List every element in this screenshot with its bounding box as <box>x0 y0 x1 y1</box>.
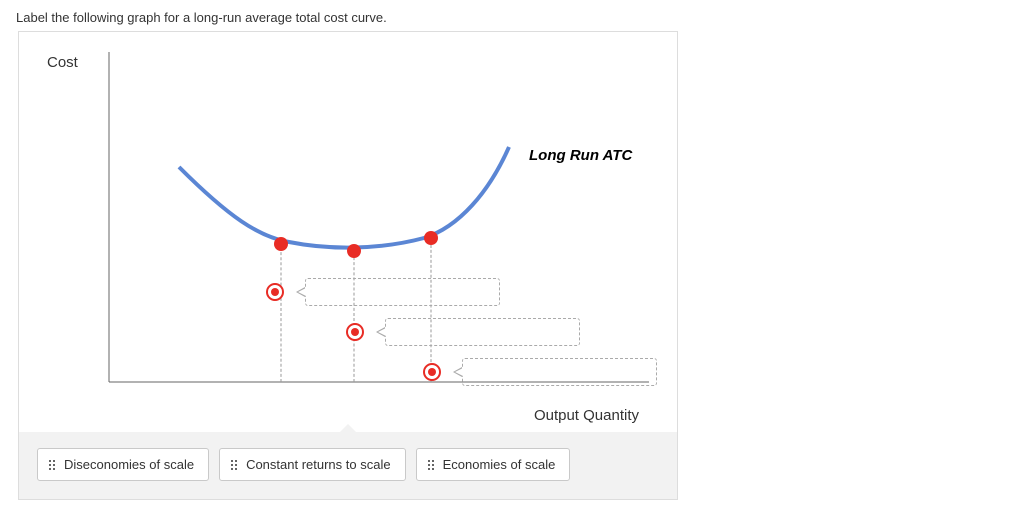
curve-point-2 <box>347 244 361 258</box>
curve-point-3 <box>424 231 438 245</box>
dashed-region-line-3 <box>431 240 432 382</box>
drop-target-marker-1[interactable] <box>266 283 284 301</box>
drop-zone-3[interactable] <box>462 358 657 386</box>
drag-grip-icon <box>48 459 56 471</box>
curve-label: Long Run ATC <box>529 147 632 164</box>
dashed-region-line-1 <box>281 242 282 382</box>
drop-target-marker-2[interactable] <box>346 323 364 341</box>
drop-target-marker-3[interactable] <box>423 363 441 381</box>
question-instruction: Label the following graph for a long-run… <box>0 0 1024 31</box>
drop-zone-2[interactable] <box>385 318 580 346</box>
dashed-region-line-2 <box>354 252 355 382</box>
token-economies[interactable]: Economies of scale <box>416 448 571 481</box>
token-label: Diseconomies of scale <box>64 457 194 472</box>
token-diseconomies[interactable]: Diseconomies of scale <box>37 448 209 481</box>
drag-grip-icon <box>427 459 435 471</box>
token-tray: Diseconomies of scale Constant returns t… <box>19 432 677 499</box>
lratc-curve <box>179 147 509 248</box>
drag-grip-icon <box>230 459 238 471</box>
drop-zone-1[interactable] <box>305 278 500 306</box>
token-label: Constant returns to scale <box>246 457 391 472</box>
question-panel: Cost Output Quantity Long Run ATC <box>18 31 678 500</box>
curve-point-1 <box>274 237 288 251</box>
chart-area: Cost Output Quantity Long Run ATC <box>19 32 677 432</box>
token-constant-returns[interactable]: Constant returns to scale <box>219 448 406 481</box>
token-label: Economies of scale <box>443 457 556 472</box>
tray-notch-icon <box>340 424 356 432</box>
